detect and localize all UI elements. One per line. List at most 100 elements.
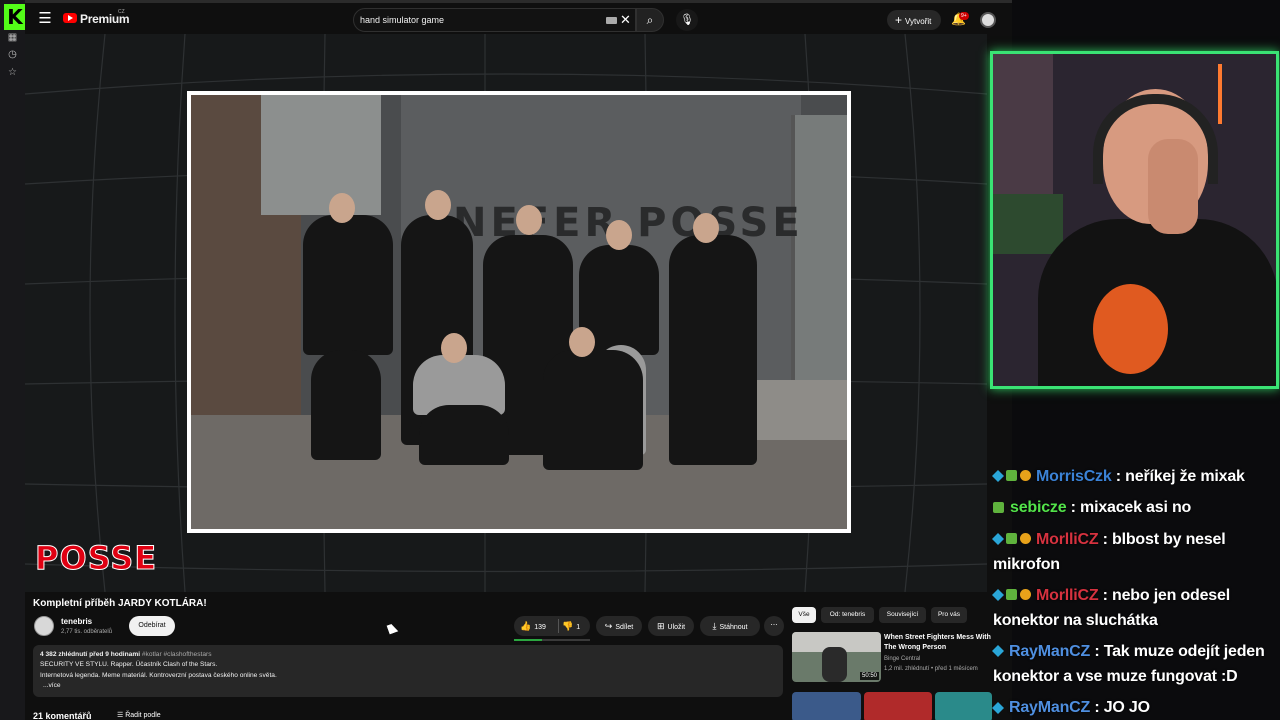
mouse-cursor-icon (386, 622, 399, 635)
dislike-button[interactable]: 👎 1 (562, 616, 580, 638)
rec-thumbnail-3[interactable] (864, 692, 932, 720)
like-ratio-bar (514, 639, 590, 641)
star-icon[interactable]: ☆ (7, 67, 18, 78)
chat-message: RayManCZ : JO JO (991, 695, 1278, 720)
person-3-head (516, 205, 542, 235)
account-avatar[interactable] (980, 12, 996, 28)
chat-badges (991, 464, 1033, 489)
screen: K ▦ ◷ ☆ ☰ Premium CZ hand simulator game… (0, 0, 1280, 720)
clock-icon[interactable]: ◷ (7, 49, 18, 60)
photo-door (791, 115, 847, 385)
create-button[interactable]: + Vytvořit (887, 10, 941, 30)
streamer-hand (1148, 139, 1198, 234)
desc-meta: 4 382 zhlédnutí před 9 hodinami (40, 651, 141, 658)
cube-badge-icon (991, 645, 1005, 658)
rec-title[interactable]: When Street Fighters Mess With The Wrong… (884, 633, 994, 653)
person-7 (543, 350, 643, 470)
keyboard-icon[interactable] (606, 17, 617, 24)
sort-label: Řadit podle (125, 712, 161, 719)
cube-badge-icon (991, 701, 1005, 714)
share-label: Sdílet (615, 624, 634, 631)
desc-line-2: SECURITY VE STYLU. Rapper. Účastník Clas… (40, 661, 218, 669)
person-2-head (425, 190, 451, 220)
chip-from-channel[interactable]: Od: tenebris (821, 607, 874, 623)
mic-button[interactable]: 🎙 (676, 9, 698, 31)
webcam-feed (990, 51, 1279, 389)
region-code: CZ (118, 9, 125, 15)
webcam-light-strip (1218, 64, 1222, 124)
save-button[interactable]: ⊞ Uložit (648, 616, 694, 636)
notification-badge: 9+ (959, 12, 969, 20)
kick-sidebar: K ▦ ◷ ☆ (0, 0, 26, 720)
rec-thumbnail-2[interactable] (792, 692, 861, 720)
plus-icon: + (895, 13, 903, 27)
sort-button[interactable]: ☰ Řadit podle (117, 711, 161, 719)
chat-username[interactable]: sebicze (1010, 499, 1067, 516)
save-label: Uložit (667, 624, 686, 631)
chat-badges (991, 527, 1033, 552)
youtube-logo-icon[interactable] (63, 13, 77, 23)
person-6-legs (419, 405, 509, 465)
rec-thumbnail-4[interactable] (935, 692, 992, 720)
cube-badge-icon (991, 589, 1005, 602)
coin-badge-icon (1020, 532, 1031, 544)
chat-username[interactable]: MorlliCZ (1036, 587, 1099, 604)
channel-avatar[interactable] (34, 616, 54, 636)
browse-icon[interactable]: ▦ (7, 32, 18, 43)
like-dislike-group: 👍 139 👎 1 (514, 616, 590, 636)
chat-badges (993, 496, 1007, 521)
person-5-head (693, 213, 719, 243)
dislike-icon: 👎 (562, 621, 574, 631)
desc-tags[interactable]: #kotlar #clashofthestars (142, 651, 212, 658)
youtube-topbar: ☰ Premium CZ hand simulator game ✕ ⌕ 🎙 +… (25, 0, 1012, 38)
chip-related[interactable]: Související (879, 607, 926, 623)
search-value[interactable]: hand simulator game (360, 15, 444, 25)
chat-badges (991, 583, 1033, 608)
clear-icon[interactable]: ✕ (620, 12, 631, 28)
search-button[interactable]: ⌕ (636, 8, 664, 32)
gift-badge-icon (993, 501, 1004, 513)
video-player[interactable]: NEFER POSSE POSSE (25, 34, 987, 592)
rec-duration: 50:50 (859, 672, 879, 680)
person-1-legs (311, 350, 381, 460)
chat-message: MorlliCZ : blbost by nesel mikrofon (991, 527, 1278, 577)
comments-count: 21 komentářů (33, 711, 92, 720)
rec-thumb-figure (822, 647, 847, 682)
rec-channel[interactable]: Binge Central (884, 656, 920, 662)
menu-icon[interactable]: ☰ (37, 11, 53, 27)
photo-building (261, 95, 381, 215)
desc-line-3: Internetová legenda. Meme materiál. Kont… (40, 671, 277, 679)
subscribe-button[interactable]: Odebírat (129, 616, 175, 636)
chat-username[interactable]: RayManCZ (1009, 643, 1090, 660)
rec-meta: 1,2 mil. zhlédnutí • před 1 měsícem (884, 666, 978, 672)
cube-badge-icon (991, 470, 1005, 483)
share-button[interactable]: ↪ Sdílet (596, 616, 642, 636)
posse-overlay-logo: POSSE (34, 539, 158, 578)
description-box[interactable]: 4 382 zhlédnutí před 9 hodinami #kotlar … (33, 645, 783, 697)
dislike-count: 1 (576, 624, 581, 631)
channel-name[interactable]: tenebris (61, 617, 92, 626)
like-button[interactable]: 👍 139 (520, 616, 546, 638)
rec-thumbnail[interactable]: 50:50 (792, 632, 881, 682)
coin-badge-icon (1020, 470, 1031, 482)
chat-badges (991, 696, 1006, 720)
search-input[interactable]: hand simulator game ✕ (353, 8, 636, 32)
kick-logo[interactable]: K (4, 4, 26, 30)
share-icon: ↪ (604, 621, 613, 631)
save-icon: ⊞ (656, 621, 665, 631)
cube-badge-icon (991, 532, 1005, 545)
gift-badge-icon (1006, 589, 1017, 601)
create-label: Vytvořit (905, 17, 932, 26)
person-4-head (606, 220, 632, 250)
chat-username[interactable]: MorrisCzk (1036, 468, 1112, 485)
chat-username[interactable]: MorlliCZ (1036, 531, 1099, 548)
chat-username[interactable]: RayManCZ (1009, 699, 1090, 716)
like-divider (558, 619, 559, 633)
chat-message: RayManCZ : Tak muze odejít jeden konekto… (991, 639, 1278, 689)
more-actions-button[interactable]: ⋯ (764, 616, 784, 636)
desc-more-link[interactable]: ...více (40, 681, 776, 691)
download-button[interactable]: ⤓ Stáhnout (700, 616, 760, 636)
gift-badge-icon (1006, 532, 1017, 544)
chip-all[interactable]: Vše (792, 607, 816, 623)
chip-for-you[interactable]: Pro vás (931, 607, 967, 623)
